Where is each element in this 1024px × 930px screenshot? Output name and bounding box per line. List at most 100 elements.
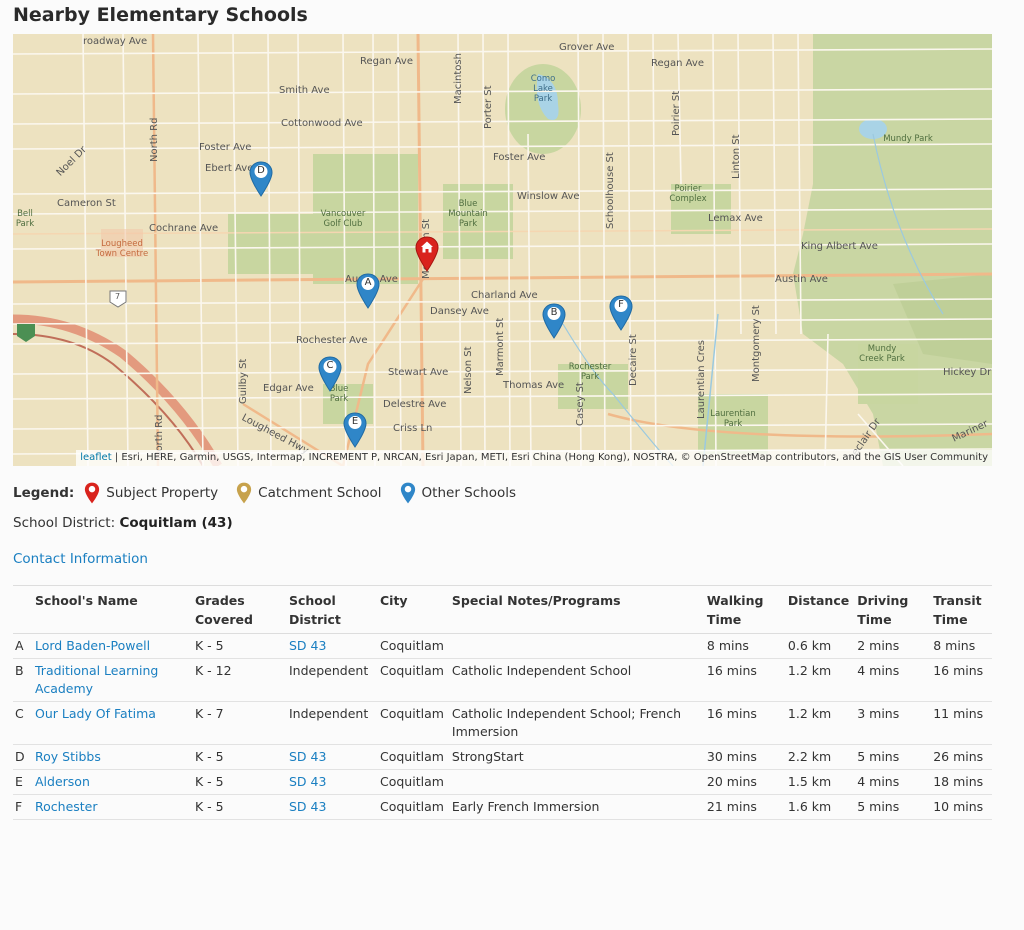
district-link[interactable]: SD 43: [289, 799, 326, 814]
map-label: Lemax Ave: [708, 213, 763, 224]
row-letter: E: [13, 769, 31, 795]
legend-label-subject: Subject Property: [106, 485, 219, 501]
school-name-cell: Lord Baden-Powell: [31, 633, 191, 659]
map-label: roadway Ave: [83, 36, 148, 47]
walking-cell: 16 mins: [702, 658, 784, 702]
map-label: Poirier Complex: [669, 184, 707, 204]
row-letter: C: [13, 701, 31, 745]
attribution-text: | Esri, HERE, Garmin, USGS, Intermap, IN…: [111, 452, 988, 463]
map-label: Cochrane Ave: [149, 223, 219, 234]
map-label: Macintosh: [453, 53, 464, 104]
col-driving: Driving Time: [853, 585, 930, 634]
marker-label: B: [550, 307, 558, 318]
marker-label: E: [351, 416, 359, 427]
subject-property-marker[interactable]: [415, 236, 439, 272]
map-label: Cottonwood Ave: [281, 118, 363, 129]
col-school-name: School's Name: [31, 585, 191, 634]
legend-item-catchment: Catchment School: [236, 482, 382, 504]
school-link[interactable]: Roy Stibbs: [35, 749, 101, 764]
map-label: Vancouver Golf Club: [320, 209, 366, 229]
school-name-cell: Rochester: [31, 794, 191, 820]
leaflet-link[interactable]: leaflet: [80, 452, 111, 463]
driving-cell: 3 mins: [853, 701, 930, 745]
school-link[interactable]: Our Lady Of Fatima: [35, 706, 156, 721]
grades-cell: K - 12: [191, 658, 285, 702]
map-label: Rochester Ave: [296, 335, 368, 346]
map-label: Casey St: [575, 382, 586, 426]
distance-cell: 1.2 km: [783, 701, 854, 745]
district-link[interactable]: SD 43: [289, 774, 326, 789]
school-link[interactable]: Rochester: [35, 799, 98, 814]
notes-cell: StrongStart: [447, 744, 703, 770]
school-map[interactable]: roadway Ave Regan Ave Smith Ave Cottonwo…: [13, 34, 992, 466]
map-label: Marmont St: [495, 317, 506, 376]
school-link[interactable]: Lord Baden-Powell: [35, 638, 150, 653]
city-cell: Coquitlam: [376, 794, 448, 820]
school-link[interactable]: Alderson: [35, 774, 90, 789]
map-label: Blue Mountain Park: [448, 199, 488, 229]
row-letter: A: [13, 633, 31, 659]
col-walking: Walking Time: [702, 585, 784, 634]
map-label: Mundy Park: [883, 134, 933, 144]
map-label: Rochester Park: [568, 362, 612, 382]
walking-cell: 30 mins: [702, 744, 784, 770]
contact-information-link[interactable]: Contact Information: [13, 551, 148, 567]
table-row: E Alderson K - 5 SD 43 Coquitlam 20 mins…: [13, 769, 992, 795]
walking-cell: 20 mins: [702, 769, 784, 795]
blue-pin-icon: [400, 482, 415, 504]
school-marker-f[interactable]: F: [609, 295, 633, 331]
school-link[interactable]: Traditional Learning Academy: [35, 663, 158, 696]
driving-cell: 4 mins: [853, 769, 930, 795]
notes-cell: [447, 769, 703, 795]
grades-cell: K - 7: [191, 701, 285, 745]
driving-cell: 4 mins: [853, 658, 930, 702]
city-cell: Coquitlam: [376, 633, 448, 659]
map-label: Dansey Ave: [430, 306, 489, 317]
map-label: Thomas Ave: [503, 380, 565, 391]
driving-cell: 2 mins: [853, 633, 930, 659]
notes-cell: Catholic Independent School; French Imme…: [447, 701, 703, 745]
col-city: City: [376, 585, 448, 634]
school-marker-a[interactable]: A: [356, 273, 380, 309]
school-marker-c[interactable]: C: [318, 356, 342, 392]
map-label: Regan Ave: [360, 56, 413, 67]
grades-cell: K - 5: [191, 744, 285, 770]
city-cell: Coquitlam: [376, 658, 448, 702]
school-marker-d[interactable]: D: [249, 161, 273, 197]
school-name-cell: Our Lady Of Fatima: [31, 701, 191, 745]
map-label: Winslow Ave: [517, 191, 580, 202]
driving-cell: 5 mins: [853, 794, 930, 820]
col-letter: [13, 585, 31, 634]
school-marker-b[interactable]: B: [542, 303, 566, 339]
map-attribution: leaflet | Esri, HERE, Garmin, USGS, Inte…: [76, 450, 992, 466]
col-transit: Transit Time: [929, 585, 992, 634]
map-label: Bell Park: [15, 209, 35, 229]
district-cell: SD 43: [285, 794, 376, 820]
transit-cell: 8 mins: [929, 633, 992, 659]
grades-cell: K - 5: [191, 633, 285, 659]
district-link[interactable]: SD 43: [289, 638, 326, 653]
transit-cell: 10 mins: [929, 794, 992, 820]
city-cell: Coquitlam: [376, 769, 448, 795]
map-label: Mundy Creek Park: [859, 344, 905, 364]
city-cell: Coquitlam: [376, 701, 448, 745]
map-label: Smith Ave: [279, 85, 330, 96]
map-label: Delestre Ave: [383, 399, 447, 410]
table-row: F Rochester K - 5 SD 43 Coquitlam Early …: [13, 794, 992, 820]
district-link[interactable]: SD 43: [289, 749, 326, 764]
page: Nearby Elementary Schools roadway Ave Re…: [0, 0, 1024, 930]
school-marker-e[interactable]: E: [343, 412, 367, 448]
transit-cell: 26 mins: [929, 744, 992, 770]
map-label: Edgar Ave: [263, 383, 314, 394]
map-label: Guilby St: [238, 358, 249, 404]
table-row: D Roy Stibbs K - 5 SD 43 Coquitlam Stron…: [13, 744, 992, 770]
map-label: Hickey Dr: [943, 367, 992, 378]
district-cell: SD 43: [285, 744, 376, 770]
map-label: Charland Ave: [471, 290, 538, 301]
red-pin-icon: [85, 482, 100, 504]
district-label: School District:: [13, 515, 120, 531]
notes-cell: Early French Immersion: [447, 794, 703, 820]
map-label: Criss Ln: [393, 423, 433, 434]
map-label: Regan Ave: [651, 58, 704, 69]
walking-cell: 21 mins: [702, 794, 784, 820]
